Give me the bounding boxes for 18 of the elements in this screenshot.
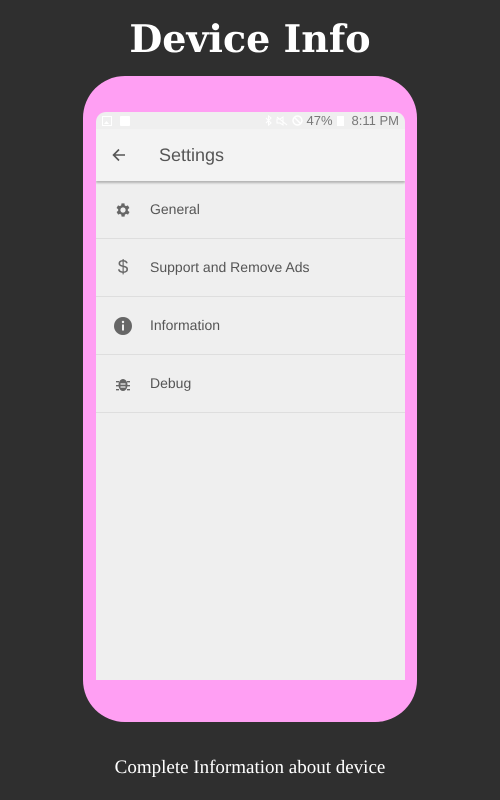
settings-item[interactable]: Debug [96,355,405,413]
settings-item[interactable]: General [96,181,405,239]
headline: Device Info [128,15,372,58]
toolbar-title: Settings [159,144,224,167]
dollar-icon: $ [118,258,128,277]
battery-percent: 47% [306,112,333,129]
info-icon [114,316,132,334]
clock-time: 8:11 PM [352,112,399,129]
item-label: Support and Remove Ads [150,258,310,277]
settings-item[interactable]: Information [96,297,405,355]
settings-item[interactable]: $ Support and Remove Ads [96,239,405,297]
caption: Complete Information about device [114,756,386,780]
image-icon [102,116,112,126]
item-label: Debug [150,374,192,393]
gear-icon [114,200,132,218]
item-label: General [150,200,200,219]
back-arrow-icon[interactable] [112,148,126,162]
item-label: Information [150,316,220,335]
